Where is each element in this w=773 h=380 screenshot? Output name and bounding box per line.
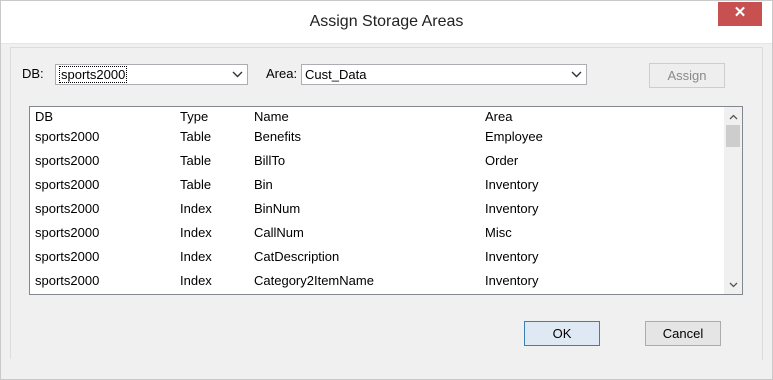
cell-db: sports2000: [35, 129, 100, 144]
area-combobox[interactable]: Cust_Data: [301, 64, 587, 85]
vertical-scrollbar[interactable]: [724, 107, 742, 294]
cell-type: Index: [180, 201, 212, 216]
table-row[interactable]: sports2000 Table Benefits Employee: [30, 127, 723, 147]
cell-type: Index: [180, 273, 212, 288]
list-header: DB Type Name Area: [30, 107, 723, 127]
column-header-area[interactable]: Area: [485, 107, 685, 127]
cell-name: CallNum: [254, 225, 304, 240]
cell-name: BinNum: [254, 201, 301, 216]
cell-db: sports2000: [35, 153, 100, 168]
dialog-title: Assign Storage Areas: [309, 13, 464, 30]
close-icon: ✕: [733, 4, 747, 21]
chevron-down-icon[interactable]: [227, 65, 247, 84]
table-row[interactable]: sports2000 Table BillTo Order: [30, 151, 723, 171]
close-button[interactable]: ✕: [718, 2, 762, 26]
cell-area: Order: [485, 153, 519, 168]
cell-db: sports2000: [35, 273, 100, 288]
cell-type: Table: [180, 129, 212, 144]
cell-area: Misc: [485, 225, 512, 240]
cell-name: Category2ItemName: [254, 273, 374, 288]
cell-type: Table: [180, 153, 212, 168]
scrollbar-thumb[interactable]: [726, 125, 740, 147]
column-header-type[interactable]: Type: [180, 107, 250, 127]
cell-name: Benefits: [254, 129, 301, 144]
table-row[interactable]: sports2000 Index BinNum Inventory: [30, 199, 723, 219]
chevron-down-icon[interactable]: [566, 65, 586, 84]
cell-area: Inventory: [485, 249, 539, 264]
column-header-name[interactable]: Name: [254, 107, 484, 127]
area-combobox-value: Cust_Data: [305, 67, 367, 82]
dialog-body: DB: sports2000 Area: Cust_Data Assign DB…: [10, 47, 763, 360]
cancel-button[interactable]: Cancel: [645, 321, 721, 346]
db-label: DB:: [22, 66, 44, 81]
cell-area: Employee: [485, 129, 543, 144]
db-combobox-value: sports2000: [59, 66, 128, 83]
cell-db: sports2000: [35, 177, 100, 192]
cell-db: sports2000: [35, 225, 100, 240]
cell-type: Index: [180, 225, 212, 240]
table-row[interactable]: sports2000 Index CallNum Misc: [30, 223, 723, 243]
assign-storage-areas-dialog: Assign Storage Areas ✕ DB: sports2000 Ar…: [0, 0, 773, 380]
status-bar: [10, 359, 762, 378]
cell-area: Inventory: [485, 273, 539, 288]
table-row[interactable]: sports2000 Index CatDescription Inventor…: [30, 247, 723, 267]
cell-type: Table: [180, 177, 212, 192]
cell-db: sports2000: [35, 249, 100, 264]
area-label: Area:: [266, 66, 298, 81]
chevron-up-icon[interactable]: [724, 108, 742, 125]
cell-type: Index: [180, 249, 212, 264]
assign-button[interactable]: Assign: [649, 63, 725, 88]
cell-area: Inventory: [485, 177, 539, 192]
cell-db: sports2000: [35, 201, 100, 216]
table-row[interactable]: sports2000 Table Bin Inventory: [30, 175, 723, 195]
ok-button[interactable]: OK: [524, 321, 600, 346]
table-row[interactable]: sports2000 Index Category2ItemName Inven…: [30, 271, 723, 291]
cell-name: Bin: [254, 177, 273, 192]
cell-name: BillTo: [254, 153, 286, 168]
title-bar: Assign Storage Areas ✕: [1, 1, 772, 44]
storage-area-list[interactable]: DB Type Name Area sports2000 Table Benef…: [29, 106, 743, 295]
db-combobox[interactable]: sports2000: [55, 64, 248, 85]
cell-area: Inventory: [485, 201, 539, 216]
column-header-db[interactable]: DB: [35, 107, 175, 127]
cell-name: CatDescription: [254, 249, 340, 264]
chevron-down-icon[interactable]: [724, 276, 742, 293]
